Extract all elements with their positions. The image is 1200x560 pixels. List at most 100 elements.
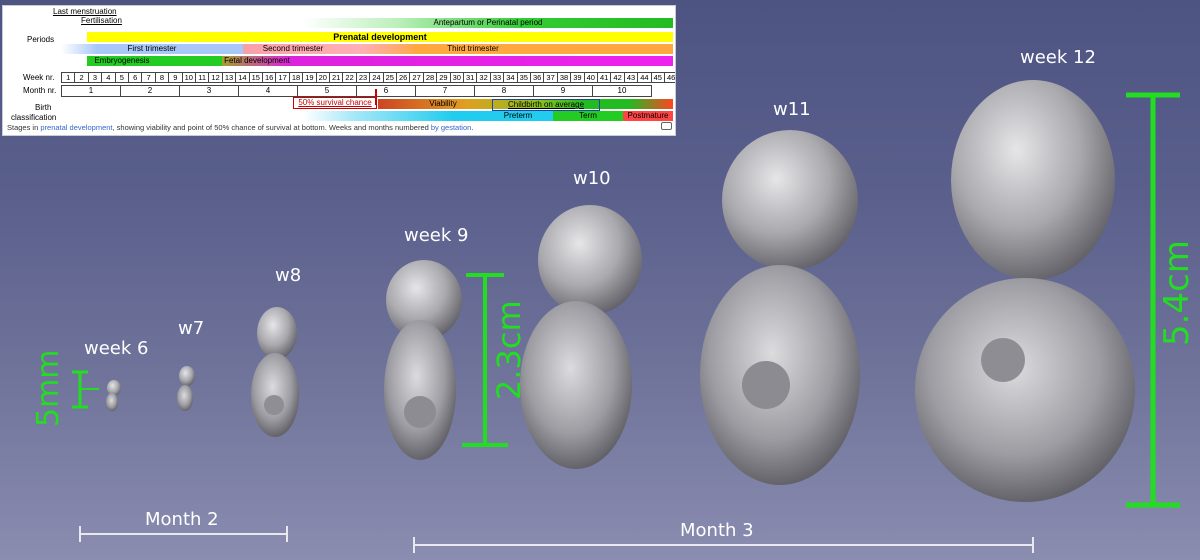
week-cell: 11: [195, 72, 210, 83]
month-cell: 10: [592, 85, 652, 97]
measure-5-4cm-label: 5.4cm: [1157, 240, 1197, 346]
month3-label: Month 3: [680, 520, 754, 541]
week-cell: 39: [570, 72, 585, 83]
third-trimester-label: Third trimester: [447, 44, 499, 53]
week-cell: 2: [74, 72, 89, 83]
label-week12: week 12: [1020, 47, 1096, 68]
week-cell: 26: [396, 72, 411, 83]
preterm-label: Preterm: [503, 111, 533, 120]
label-week6: week 6: [84, 338, 148, 359]
month-cell: 2: [120, 85, 180, 97]
week-cell: 14: [235, 72, 250, 83]
week-cell: 3: [87, 72, 103, 83]
week-cell: 27: [409, 72, 424, 83]
week-cell: 23: [355, 72, 371, 83]
week-cell: 10: [181, 72, 196, 83]
label-w8: w8: [275, 265, 301, 286]
month-cell: 5: [297, 85, 357, 97]
birth-label: Birth: [35, 103, 52, 112]
week-cell: 43: [623, 72, 639, 83]
week-cell: 21: [329, 72, 344, 83]
caption-pre: Stages in: [7, 123, 41, 132]
embryo-week12: [915, 80, 1135, 502]
antepartum-label: Antepartum or Perinatal period: [433, 18, 543, 27]
week-cell: 15: [248, 72, 263, 83]
week-cell: 40: [583, 72, 598, 83]
embryo-w11: [700, 130, 860, 485]
week-cell: 8: [154, 72, 170, 83]
week-cell: 38: [556, 72, 572, 83]
week-nr-label: Week nr.: [23, 73, 55, 82]
week-cell: 31: [463, 72, 478, 83]
caption-end: .: [471, 123, 474, 132]
first-trimester-label: First trimester: [127, 44, 177, 53]
prenatal-development-link[interactable]: prenatal development: [40, 123, 112, 132]
week-cell: 6: [128, 72, 143, 83]
label-w7: w7: [178, 318, 204, 339]
week-cell: 7: [141, 72, 156, 83]
by-gestation-link[interactable]: by gestation: [431, 123, 471, 132]
week-cell: 5: [114, 72, 129, 83]
week-cell: 34: [503, 72, 518, 83]
label-w10: w10: [573, 168, 611, 189]
week-cell: 30: [449, 72, 464, 83]
embryo-w10: [520, 205, 642, 469]
week-cell: 32: [476, 72, 491, 83]
month-nr-label: Month nr.: [23, 86, 57, 95]
week-cell: 13: [221, 72, 237, 83]
week-cell: 22: [342, 72, 357, 83]
week-cell: 42: [610, 72, 625, 83]
week-cell: 24: [369, 72, 384, 83]
week-cell: 36: [530, 72, 545, 83]
postmature-label: Postmature: [627, 111, 669, 120]
week-cell: 19: [302, 72, 317, 83]
embryo-w8: [251, 307, 299, 437]
measure-5mm-label: 5mm: [31, 349, 66, 427]
week-cell: 1: [61, 72, 76, 83]
embryo-w7: [177, 366, 195, 411]
week-cell: 28: [422, 72, 438, 83]
caption-mid: , showing viability and point of 50% cha…: [112, 123, 431, 132]
week-cell: 9: [168, 72, 183, 83]
term-label: Term: [579, 111, 597, 120]
week-cell: 16: [262, 72, 277, 83]
week-cell: 44: [637, 72, 652, 83]
embryo-week9: [384, 260, 462, 460]
week-cell: 33: [489, 72, 505, 83]
expand-icon[interactable]: [661, 122, 672, 130]
week-cell: 45: [650, 72, 665, 83]
month-cell: 3: [179, 85, 239, 97]
week-cell: 29: [436, 72, 451, 83]
week-cell: 35: [516, 72, 531, 83]
caption: Stages in prenatal development, showing …: [7, 124, 473, 132]
prenatal-label: Prenatal development: [333, 32, 427, 42]
week-cell: 37: [543, 72, 558, 83]
week-cell: 20: [315, 72, 330, 83]
week-cell: 12: [208, 72, 223, 83]
prenatal-timeline-panel: Last menstruation Fertilisation Periods …: [2, 5, 676, 136]
second-trimester-label: Second trimester: [262, 44, 324, 53]
measure-5mm: [72, 370, 99, 409]
label-week9: week 9: [404, 225, 468, 246]
month-cell: 1: [61, 85, 121, 97]
last-menstruation-label: Last menstruation: [53, 7, 117, 16]
embryo-week6: [106, 380, 121, 411]
month2-label: Month 2: [145, 509, 219, 530]
fetal-label: Fetal development: [224, 56, 290, 65]
classification-label: classification: [11, 113, 57, 122]
fertilisation-label: Fertilisation: [81, 16, 122, 25]
week-cell: 41: [597, 72, 612, 83]
month-cell: 4: [238, 85, 298, 97]
viability-label: Viability: [429, 99, 457, 108]
month-cell: 8: [474, 85, 534, 97]
measure-2-3cm-label: 2.3cm: [490, 300, 528, 400]
month-cell: 9: [533, 85, 593, 97]
survival-arrow: [375, 89, 377, 105]
week-cell: 46: [664, 72, 675, 83]
survival-chance-label: 50% survival chance: [293, 97, 377, 109]
month-cell: 7: [415, 85, 475, 97]
week-cell: 18: [288, 72, 304, 83]
month-cell: 6: [356, 85, 416, 97]
label-w11: w11: [773, 99, 811, 120]
week-cell: 17: [275, 72, 290, 83]
